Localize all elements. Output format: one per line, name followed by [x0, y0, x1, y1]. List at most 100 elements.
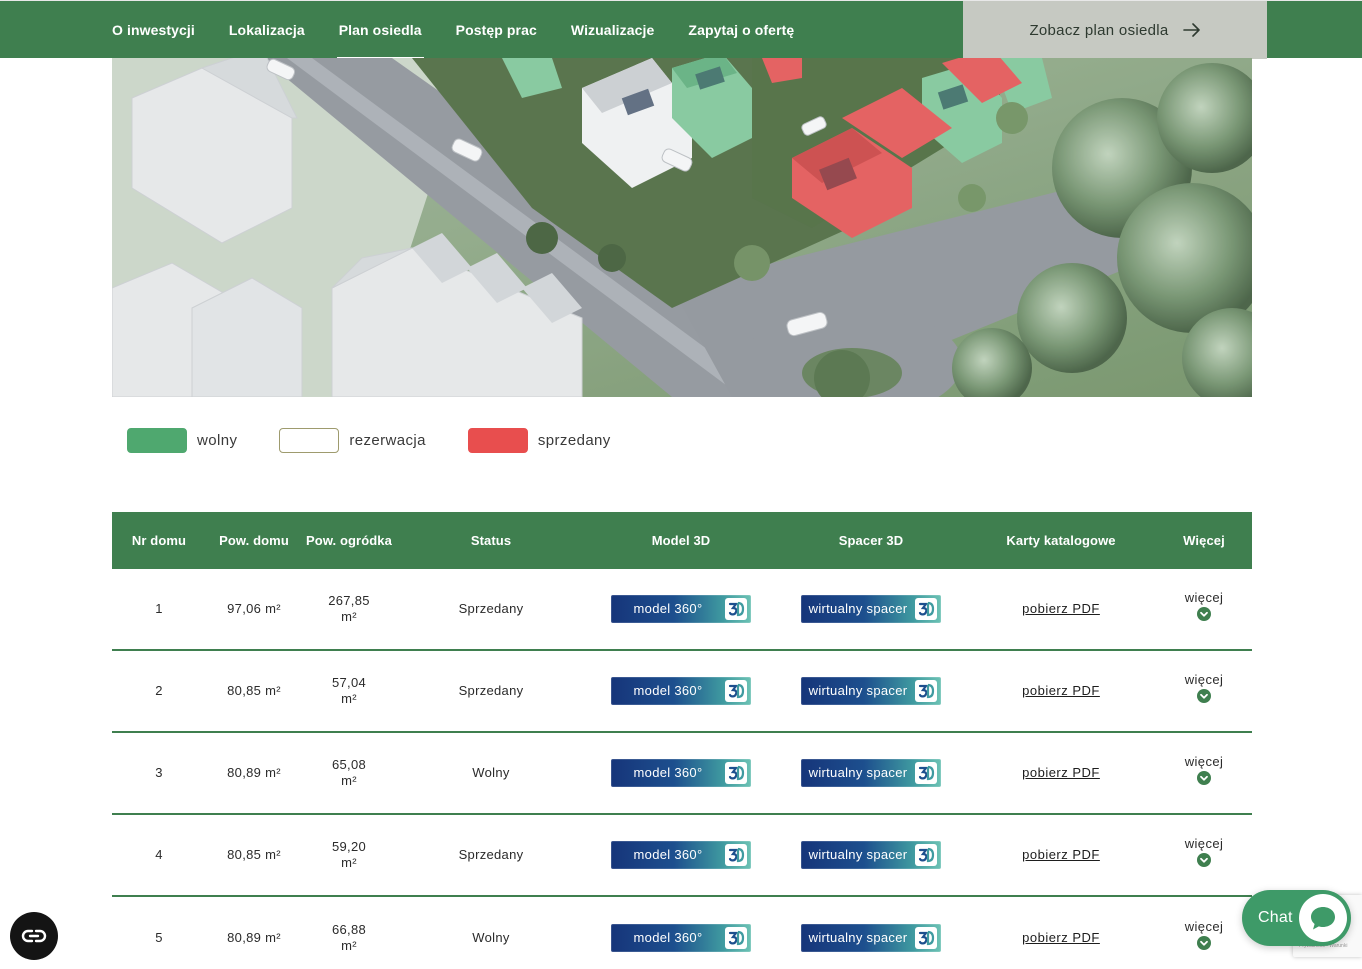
legend-label: sprzedany	[537, 431, 611, 449]
arrow-right-icon	[1182, 23, 1200, 37]
houses-table: Nr domu Pow. domu Pow. ogródka Status Mo…	[112, 512, 1252, 969]
legend-item-rezerwacja: rezerwacja	[279, 427, 426, 453]
nav-item-postep-prac[interactable]: Postęp prac	[439, 1, 554, 59]
cell-garden-area: 59,20 m²	[331, 839, 367, 870]
nav-item-o-inwestycji[interactable]: O inwestycji	[95, 1, 212, 59]
nav-item-zapytaj-o-oferte[interactable]: Zapytaj o ofertę	[671, 1, 811, 59]
more-toggle[interactable]: więcej	[1156, 919, 1252, 950]
header-model-3d: Model 3D	[651, 533, 711, 548]
download-pdf-link[interactable]: pobierz PDF	[1022, 683, 1100, 698]
header-status: Status	[470, 533, 512, 548]
model-360-button[interactable]: model 360°	[611, 759, 751, 787]
legend-label: wolny	[197, 431, 238, 449]
legend-item-wolny: wolny	[127, 427, 238, 453]
cell-catalog-card: pobierz PDF	[966, 683, 1156, 699]
nav-item-lokalizacja[interactable]: Lokalizacja	[212, 1, 322, 59]
cell-status: Wolny	[472, 930, 510, 945]
download-pdf-link[interactable]: pobierz PDF	[1022, 601, 1100, 616]
chat-bubble-icon	[1299, 894, 1347, 942]
cell-model-3d: model 360°	[586, 595, 776, 623]
cell-house-area: 80,89 m²	[227, 765, 281, 780]
chevron-down-circle-icon	[1197, 935, 1211, 950]
cell-house-number: 5	[155, 930, 163, 945]
3d-logo-icon	[725, 598, 747, 620]
cell-garden-area: 66,88 m²	[331, 922, 367, 953]
cell-more: więcej	[1156, 836, 1252, 867]
model-360-button[interactable]: model 360°	[611, 841, 751, 869]
more-toggle[interactable]: więcej	[1156, 672, 1252, 703]
top-navigation: O inwestycji Lokalizacja Plan osiedla Po…	[0, 0, 1362, 59]
model-360-label: model 360°	[633, 847, 703, 862]
cell-garden-area: 267,85 m²	[328, 593, 370, 624]
3d-logo-icon	[915, 762, 937, 784]
table-row: 1 97,06 m² 267,85 m² Sprzedany model 360…	[112, 569, 1252, 651]
cell-house-area: 80,85 m²	[227, 847, 281, 862]
cell-catalog-card: pobierz PDF	[966, 601, 1156, 617]
legend-label: rezerwacja	[349, 431, 426, 449]
nav-item-plan-osiedla[interactable]: Plan osiedla	[322, 1, 439, 59]
cell-more: więcej	[1156, 754, 1252, 785]
more-toggle[interactable]: więcej	[1156, 836, 1252, 867]
header-wiecej: Więcej	[1183, 533, 1225, 548]
legend-swatch-wolny	[127, 427, 187, 453]
header-karty-katalogowe: Karty katalogowe	[1006, 533, 1116, 548]
header-spacer-3d: Spacer 3D	[838, 533, 904, 548]
more-label: więcej	[1184, 835, 1224, 851]
cell-catalog-card: pobierz PDF	[966, 930, 1156, 946]
chat-button[interactable]: Chat	[1242, 890, 1351, 946]
more-toggle[interactable]: więcej	[1156, 754, 1252, 785]
download-pdf-link[interactable]: pobierz PDF	[1022, 847, 1100, 862]
model-360-button[interactable]: model 360°	[611, 595, 751, 623]
cell-model-3d: model 360°	[586, 924, 776, 952]
virtual-walk-button[interactable]: wirtualny spacer	[801, 677, 941, 705]
model-360-button[interactable]: model 360°	[611, 924, 751, 952]
3d-logo-icon	[915, 927, 937, 949]
more-label: więcej	[1184, 671, 1224, 687]
header-pow-ogrodka: Pow. ogródka	[306, 533, 392, 548]
legend-item-sprzedany: sprzedany	[467, 427, 611, 453]
nav-menu: O inwestycji Lokalizacja Plan osiedla Po…	[95, 1, 811, 59]
more-toggle[interactable]: więcej	[1156, 590, 1252, 621]
cell-status: Wolny	[472, 765, 510, 780]
download-pdf-link[interactable]: pobierz PDF	[1022, 930, 1100, 945]
virtual-walk-button[interactable]: wirtualny spacer	[801, 924, 941, 952]
cell-house-area: 80,85 m²	[227, 683, 281, 698]
model-360-label: model 360°	[633, 930, 703, 945]
nav-item-wizualizacje[interactable]: Wizualizacje	[554, 1, 672, 59]
cell-catalog-card: pobierz PDF	[966, 765, 1156, 781]
legend-swatch-rezerwacja	[279, 427, 340, 453]
cell-status: Sprzedany	[458, 683, 524, 698]
table-row: 3 80,89 m² 65,08 m² Wolny model 360° wir…	[112, 733, 1252, 815]
accessibility-button[interactable]	[10, 912, 58, 960]
header-pow-domu: Pow. domu	[219, 533, 289, 548]
model-360-label: model 360°	[633, 765, 703, 780]
estate-plan-render[interactable]	[112, 58, 1252, 397]
3d-logo-icon	[725, 762, 747, 784]
cell-house-number: 3	[155, 765, 163, 780]
see-plan-label: Zobacz plan osiedla	[1029, 21, 1169, 39]
legend-swatch-sprzedany	[467, 427, 528, 453]
cell-house-number: 2	[155, 683, 163, 698]
cell-house-area: 80,89 m²	[227, 930, 281, 945]
virtual-walk-button[interactable]: wirtualny spacer	[801, 595, 941, 623]
estate-aerial-image	[112, 58, 1252, 397]
see-plan-button[interactable]: Zobacz plan osiedla	[963, 1, 1267, 59]
chevron-down-circle-icon	[1197, 688, 1211, 703]
accessibility-icon	[21, 929, 47, 943]
header-nr-domu: Nr domu	[131, 533, 187, 548]
model-360-label: model 360°	[633, 601, 703, 616]
model-360-button[interactable]: model 360°	[611, 677, 751, 705]
cell-spacer-3d: wirtualny spacer	[776, 595, 966, 623]
cell-more: więcej	[1156, 672, 1252, 703]
download-pdf-link[interactable]: pobierz PDF	[1022, 765, 1100, 780]
cell-spacer-3d: wirtualny spacer	[776, 677, 966, 705]
cell-garden-area: 57,04 m²	[331, 675, 367, 706]
cell-catalog-card: pobierz PDF	[966, 847, 1156, 863]
more-label: więcej	[1184, 753, 1224, 769]
virtual-walk-button[interactable]: wirtualny spacer	[801, 841, 941, 869]
virtual-walk-label: wirtualny spacer	[808, 601, 908, 616]
table-body: 1 97,06 m² 267,85 m² Sprzedany model 360…	[112, 569, 1252, 969]
virtual-walk-button[interactable]: wirtualny spacer	[801, 759, 941, 787]
3d-logo-icon	[725, 680, 747, 702]
3d-logo-icon	[725, 927, 747, 949]
